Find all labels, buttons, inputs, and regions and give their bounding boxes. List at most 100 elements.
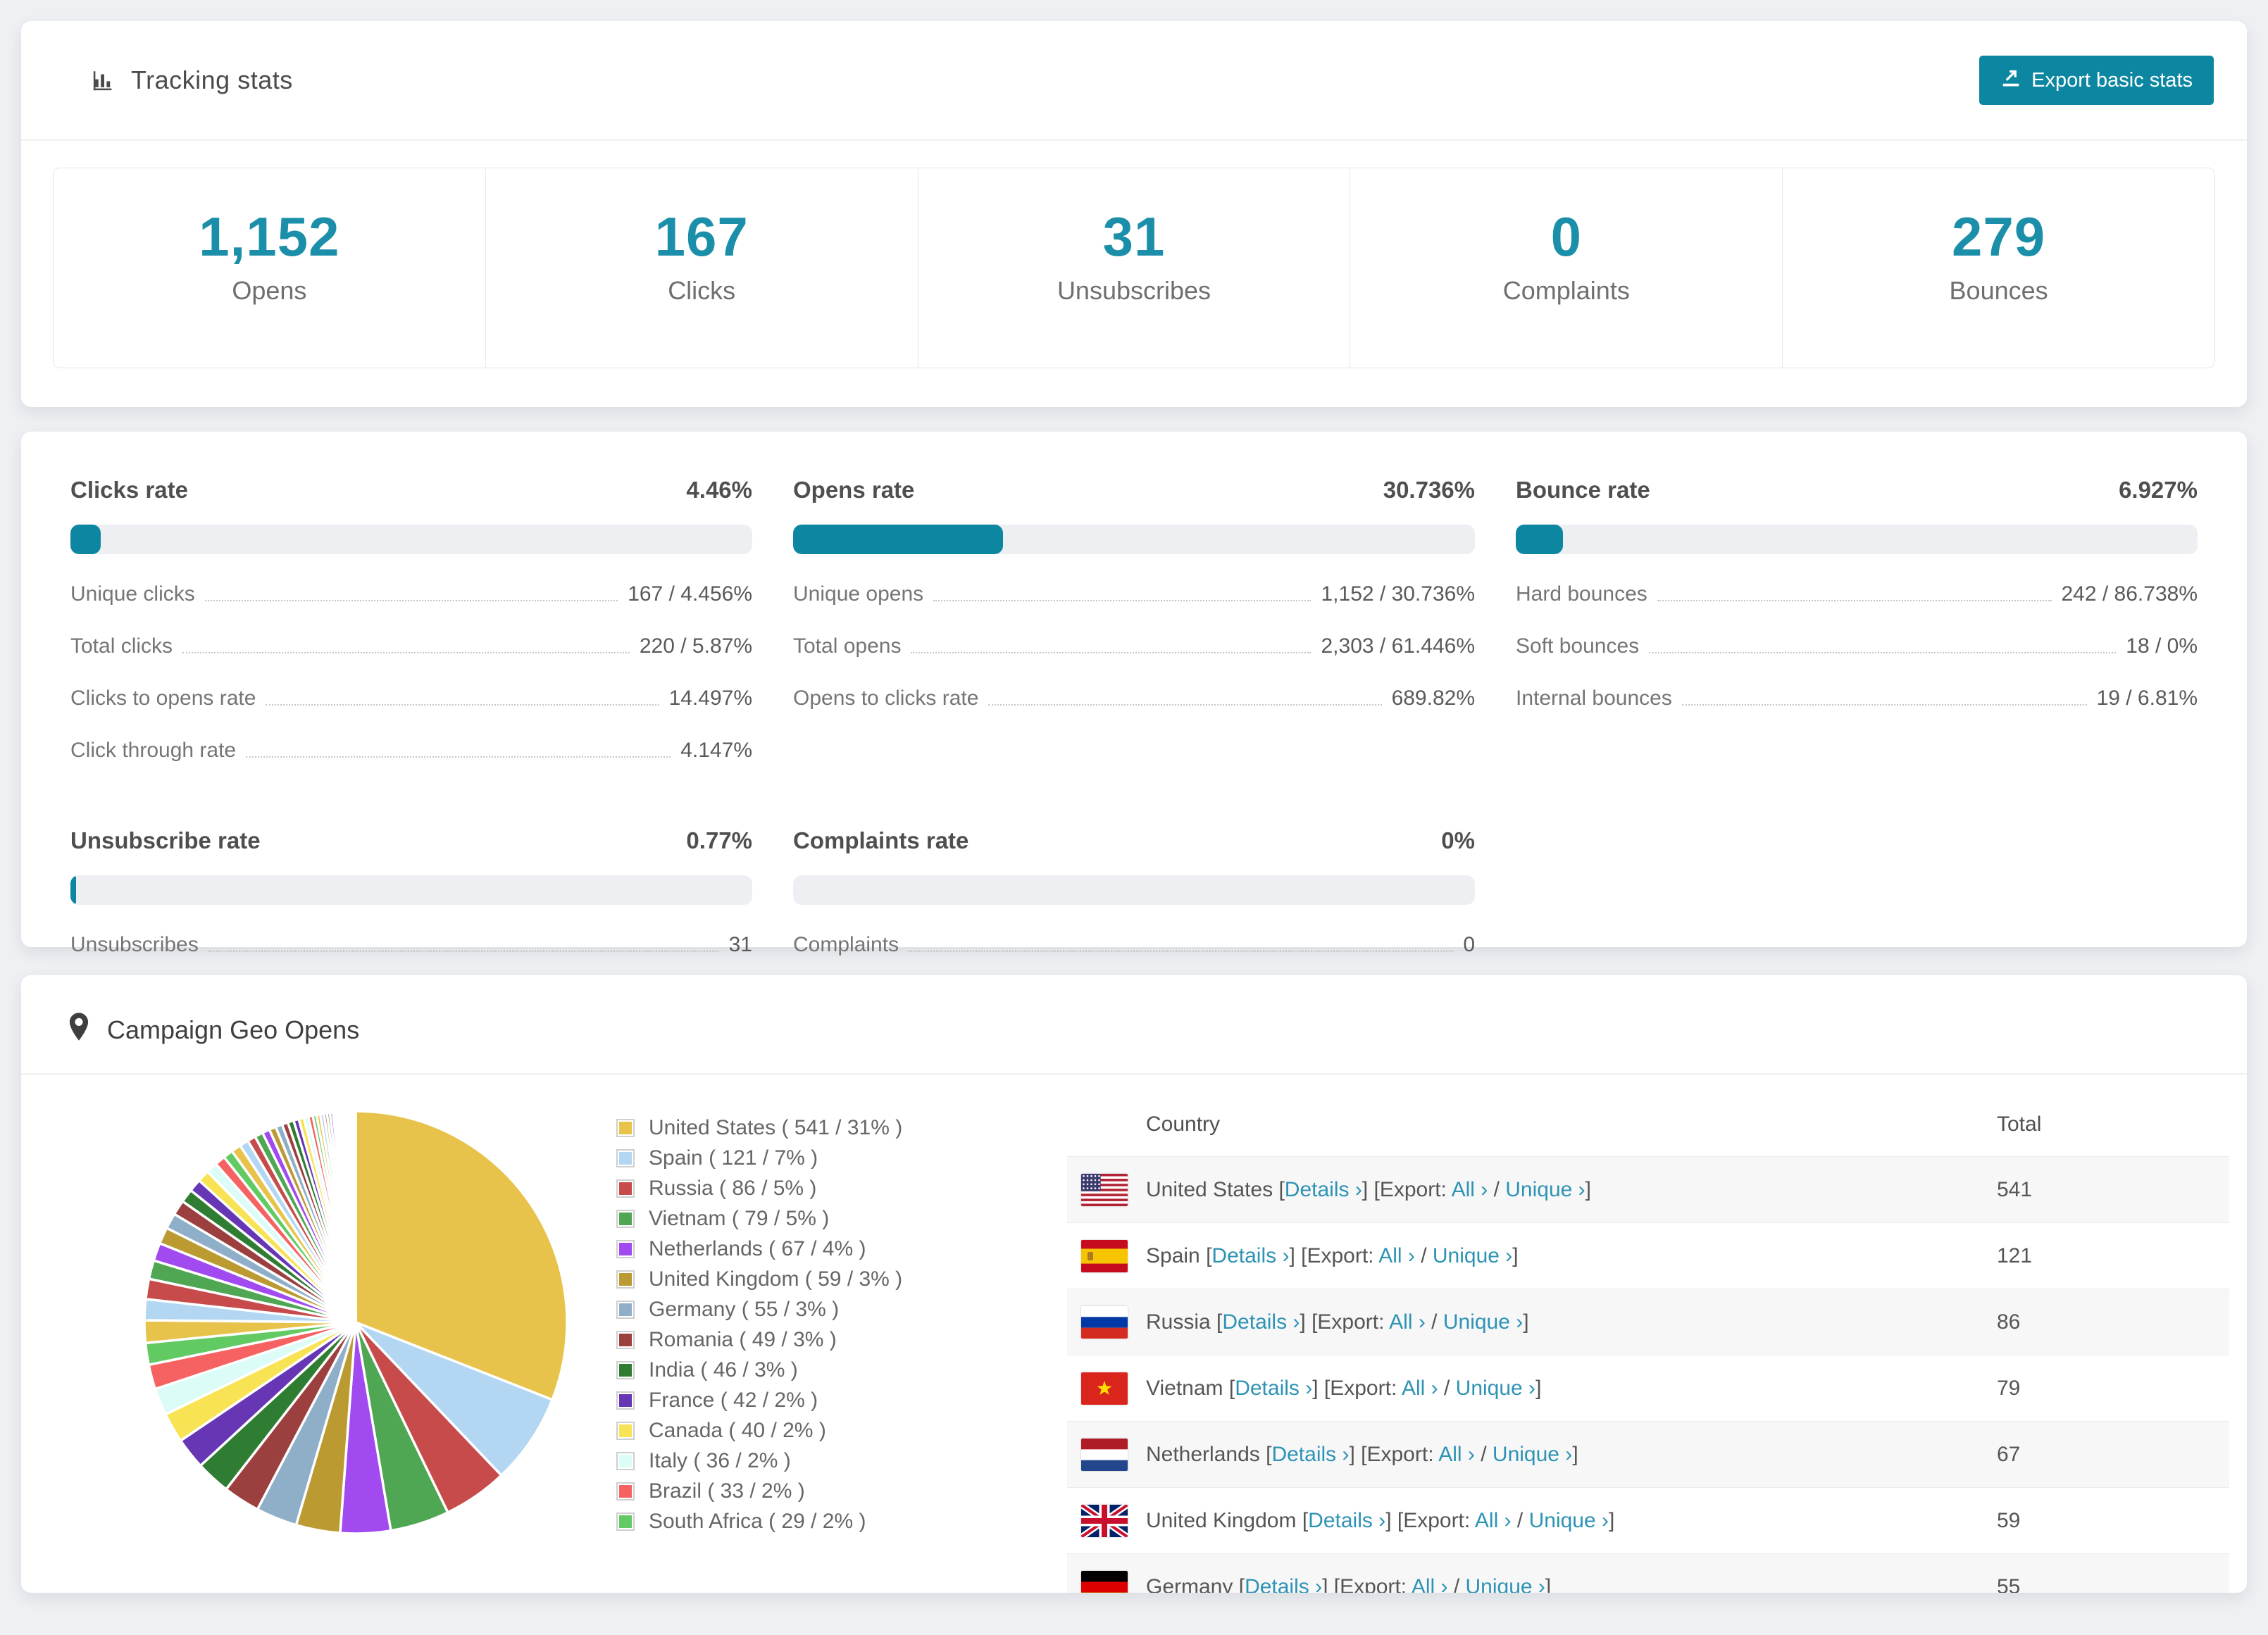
export-unique-link-germany[interactable]: Unique › <box>1466 1575 1545 1593</box>
stat-label: Unsubscribes <box>1057 276 1211 305</box>
legend-item-russia[interactable]: Russia ( 86 / 5% ) <box>616 1173 1067 1203</box>
metric-value: 1,152 / 30.736% <box>1321 582 1475 606</box>
metric-value: 0 <box>1463 933 1475 956</box>
legend-swatch-icon <box>616 1330 635 1349</box>
legend-label: Romania ( 49 / 3% ) <box>649 1327 837 1351</box>
stats-summary-band: 1,152 Opens 167 Clicks 31 Unsubscribes 0 Co… <box>53 168 2215 368</box>
unsubscribe-rate-percent: 0.77% <box>686 827 752 853</box>
legend-item-united-states[interactable]: United States ( 541 / 31% ) <box>616 1113 1067 1143</box>
export-unique-link-russia[interactable]: Unique › <box>1443 1310 1523 1334</box>
pie-slice-other-50[interactable] <box>354 1110 357 1323</box>
export-unique-link-united-states[interactable]: Unique › <box>1505 1178 1585 1201</box>
bounce-rate-bar <box>1516 525 2198 554</box>
export-all-link-vietnam[interactable]: All › <box>1402 1377 1438 1400</box>
dotted-leader <box>1657 600 2052 601</box>
flag-united-kingdom-icon <box>1081 1504 1128 1537</box>
table-row-spain: Spain [Details ›] [Export: All › / Uniqu… <box>1067 1222 2229 1289</box>
dotted-leader <box>933 600 1311 601</box>
legend-item-south-africa[interactable]: South Africa ( 29 / 2% ) <box>616 1506 1067 1536</box>
legend-swatch-icon <box>616 1300 635 1319</box>
country-total: 67 <box>1997 1442 2021 1466</box>
table-row-germany: Germany [Details ›] [Export: All › / Uni… <box>1067 1553 2229 1593</box>
complaints-rate-block: Complaints rate 0% Complaints 0 <box>793 827 1475 957</box>
legend-item-vietnam[interactable]: Vietnam ( 79 / 5% ) <box>616 1203 1067 1234</box>
details-link-vietnam[interactable]: Details › <box>1235 1377 1312 1400</box>
export-unique-link-united-kingdom[interactable]: Unique › <box>1529 1509 1609 1532</box>
metric-value: 14.497% <box>668 687 752 710</box>
table-row-united-kingdom: United Kingdom [Details ›] [Export: All … <box>1067 1487 2229 1553</box>
details-link-russia[interactable]: Details › <box>1222 1310 1300 1334</box>
stat-value: 167 <box>654 206 749 268</box>
clicks-rate-block: Clicks rate 4.46% Unique clicks 167 / 4.… <box>70 477 752 763</box>
metric-label: Internal bounces <box>1516 687 1672 710</box>
legend-item-spain[interactable]: Spain ( 121 / 7% ) <box>616 1143 1067 1173</box>
metric-label: Total clicks <box>70 634 173 658</box>
legend-item-india[interactable]: India ( 46 / 3% ) <box>616 1355 1067 1385</box>
country-name: Germany <box>1146 1574 1233 1593</box>
stat-label: Clicks <box>668 276 736 305</box>
unsubscribe-rate-bar <box>70 875 752 905</box>
legend-label: France ( 42 / 2% ) <box>649 1388 818 1412</box>
details-link-germany[interactable]: Details › <box>1245 1575 1322 1593</box>
legend-label: South Africa ( 29 / 2% ) <box>649 1509 866 1533</box>
export-all-link-russia[interactable]: All › <box>1389 1310 1426 1334</box>
details-link-spain[interactable]: Details › <box>1211 1244 1289 1267</box>
country-name: Netherlands <box>1146 1442 1260 1466</box>
stat-box-complaints: 0 Complaints <box>1350 168 1783 368</box>
export-unique-link-spain[interactable]: Unique › <box>1433 1244 1512 1267</box>
metric-label: Click through rate <box>70 739 237 762</box>
unsubscribe-rate-block: Unsubscribe rate 0.77% Unsubscribes 31 <box>70 827 752 957</box>
legend-label: Germany ( 55 / 3% ) <box>649 1297 840 1321</box>
metric-row: Total opens 2,303 / 61.446% <box>793 634 1475 658</box>
metric-row: Soft bounces 18 / 0% <box>1516 634 2198 658</box>
country-total: 541 <box>1997 1177 2033 1201</box>
details-link-netherlands[interactable]: Details › <box>1271 1443 1349 1466</box>
legend-item-germany[interactable]: Germany ( 55 / 3% ) <box>616 1294 1067 1324</box>
legend-swatch-icon <box>616 1179 635 1198</box>
metric-row: Unique clicks 167 / 4.456% <box>70 582 752 606</box>
export-unique-link-netherlands[interactable]: Unique › <box>1493 1443 1572 1466</box>
table-row-russia: Russia [Details ›] [Export: All › / Uniq… <box>1067 1289 2229 1355</box>
stat-value: 0 <box>1550 206 1582 268</box>
flag-united-states-icon <box>1081 1173 1128 1206</box>
metric-label: Complaints <box>793 933 899 956</box>
legend-item-brazil[interactable]: Brazil ( 33 / 2% ) <box>616 1476 1067 1506</box>
legend-item-united-kingdom[interactable]: United Kingdom ( 59 / 3% ) <box>616 1264 1067 1294</box>
tracking-stats-card: Tracking stats Export basic stats 1,152 … <box>21 21 2247 407</box>
country-total: 55 <box>1997 1574 2021 1593</box>
complaints-rate-title: Complaints rate <box>793 827 969 853</box>
metric-row: Unique opens 1,152 / 30.736% <box>793 582 1475 606</box>
export-all-link-united-kingdom[interactable]: All › <box>1475 1509 1512 1532</box>
details-link-united-kingdom[interactable]: Details › <box>1308 1509 1385 1532</box>
export-unique-link-vietnam[interactable]: Unique › <box>1456 1377 1535 1400</box>
stat-label: Complaints <box>1502 276 1630 305</box>
legend-swatch-icon <box>616 1239 635 1258</box>
flag-netherlands-icon <box>1081 1438 1128 1471</box>
export-basic-stats-button[interactable]: Export basic stats <box>1979 56 2214 105</box>
stat-value: 1,152 <box>199 206 340 268</box>
export-all-link-netherlands[interactable]: All › <box>1438 1443 1475 1466</box>
legend-item-italy[interactable]: Italy ( 36 / 2% ) <box>616 1446 1067 1476</box>
opens-rate-block: Opens rate 30.736% Unique opens 1,152 / … <box>793 477 1475 763</box>
legend-swatch-icon <box>616 1360 635 1379</box>
metric-value: 31 <box>728 933 752 956</box>
dotted-leader <box>246 756 671 758</box>
country-total: 79 <box>1997 1376 2021 1400</box>
export-all-link-united-states[interactable]: All › <box>1452 1178 1488 1201</box>
details-link-united-states[interactable]: Details › <box>1285 1178 1362 1201</box>
metric-row: Unsubscribes 31 <box>70 933 752 957</box>
country-total: 86 <box>1997 1310 2021 1334</box>
metric-value: 242 / 86.738% <box>2061 582 2198 606</box>
geo-section-title: Campaign Geo Opens <box>107 1015 360 1044</box>
metric-value: 18 / 0% <box>2126 634 2198 658</box>
geo-table-header: Country Total <box>1067 1093 2229 1156</box>
map-pin-icon <box>68 1012 90 1048</box>
stat-box-bounces: 279 Bounces <box>1783 168 2214 368</box>
legend-item-romania[interactable]: Romania ( 49 / 3% ) <box>616 1324 1067 1355</box>
export-all-link-germany[interactable]: All › <box>1412 1575 1448 1593</box>
export-all-link-spain[interactable]: All › <box>1378 1244 1415 1267</box>
legend-item-netherlands[interactable]: Netherlands ( 67 / 4% ) <box>616 1234 1067 1264</box>
metric-label: Clicks to opens rate <box>70 687 256 710</box>
legend-item-canada[interactable]: Canada ( 40 / 2% ) <box>616 1415 1067 1446</box>
legend-item-france[interactable]: France ( 42 / 2% ) <box>616 1385 1067 1415</box>
